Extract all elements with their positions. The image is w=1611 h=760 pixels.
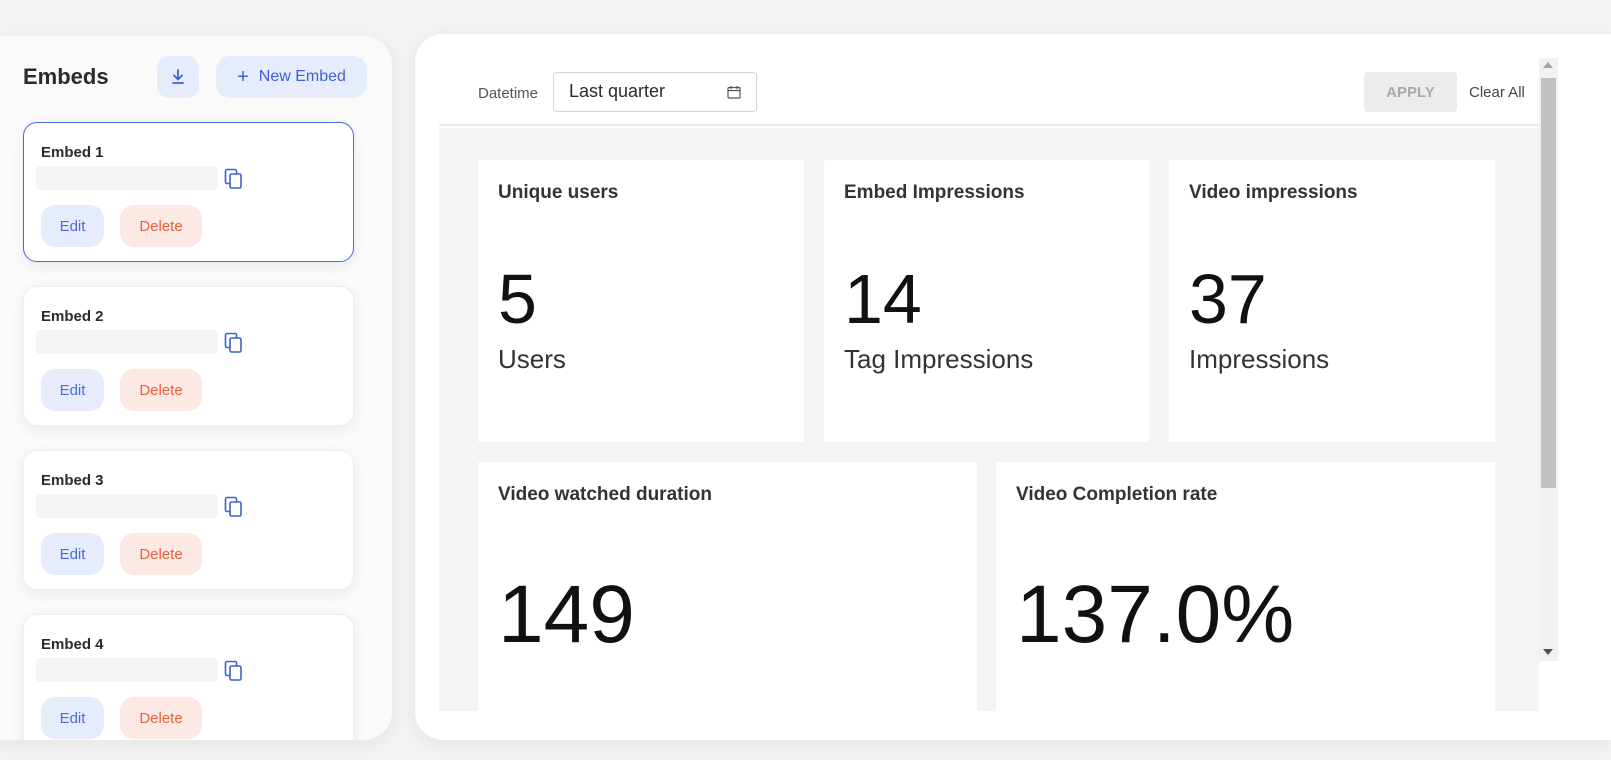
scroll-down-arrow-icon[interactable]	[1543, 649, 1553, 655]
metric-unit: Tag Impressions	[844, 344, 1034, 374]
metric-value: 37	[1189, 260, 1267, 338]
embed-name: Embed 3	[41, 472, 104, 489]
copy-icon[interactable]	[224, 168, 244, 190]
metric-title: Video Completion rate	[1016, 484, 1218, 505]
embed-card-4[interactable]: Embed 4 Edit Delete	[23, 614, 354, 740]
clear-all-button[interactable]: Clear All	[1469, 84, 1525, 101]
new-embed-button[interactable]: + New Embed	[216, 56, 367, 98]
metric-value: 149	[498, 569, 635, 660]
embed-card-3[interactable]: Embed 3 Edit Delete	[23, 450, 354, 590]
embed-code-field	[36, 166, 218, 190]
embed-name: Embed 1	[41, 144, 104, 161]
delete-button[interactable]: Delete	[120, 205, 202, 247]
vertical-scrollbar[interactable]	[1539, 58, 1558, 661]
plus-icon: +	[237, 66, 249, 88]
copy-icon[interactable]	[224, 332, 244, 354]
metric-title: Embed Impressions	[844, 182, 1025, 203]
metric-card-watched-duration: Video watched duration 149	[478, 462, 977, 711]
metric-value: 14	[844, 260, 922, 338]
download-icon	[172, 69, 184, 84]
metrics-area: Unique users 5 Users Embed Impressions 1…	[439, 128, 1539, 711]
metric-card-embed-impressions: Embed Impressions 14 Tag Impressions	[824, 160, 1149, 442]
copy-icon[interactable]	[224, 660, 244, 682]
apply-button[interactable]: APPLY	[1364, 72, 1457, 112]
analytics-panel: Datetime Last quarter APPLY Clear All Un…	[415, 34, 1611, 740]
embeds-sidebar: Embeds + New Embed Embed 1 Edit Delete E…	[0, 36, 392, 740]
delete-button[interactable]: Delete	[120, 533, 202, 575]
embed-name: Embed 2	[41, 308, 104, 325]
embed-name: Embed 4	[41, 636, 104, 653]
delete-button[interactable]: Delete	[120, 369, 202, 411]
copy-icon[interactable]	[224, 496, 244, 518]
edit-button[interactable]: Edit	[41, 369, 104, 411]
metric-value: 137.0%	[1016, 569, 1295, 660]
filter-bar: Datetime Last quarter APPLY Clear All	[439, 58, 1539, 126]
embed-code-field	[36, 330, 218, 354]
metric-unit: Users	[498, 344, 566, 374]
metric-title: Unique users	[498, 182, 619, 203]
metric-card-unique-users: Unique users 5 Users	[478, 160, 804, 442]
embed-card-2[interactable]: Embed 2 Edit Delete	[23, 286, 354, 426]
embed-code-field	[36, 494, 218, 518]
scroll-thumb[interactable]	[1541, 78, 1556, 488]
sidebar-title: Embeds	[23, 64, 109, 89]
download-button[interactable]	[157, 56, 199, 98]
new-embed-label: New Embed	[258, 68, 346, 85]
embed-card-1[interactable]: Embed 1 Edit Delete	[23, 122, 354, 262]
edit-button[interactable]: Edit	[41, 533, 104, 575]
metric-card-video-impressions: Video impressions 37 Impressions	[1169, 160, 1495, 442]
metric-unit: Impressions	[1189, 344, 1330, 374]
metric-title: Video watched duration	[498, 484, 712, 505]
edit-button[interactable]: Edit	[41, 205, 104, 247]
metric-card-completion-rate: Video Completion rate 137.0%	[996, 462, 1495, 711]
embed-code-field	[36, 658, 218, 682]
datetime-value: Last quarter	[569, 81, 666, 101]
metric-title: Video impressions	[1189, 182, 1358, 203]
delete-button[interactable]: Delete	[120, 697, 202, 739]
edit-button[interactable]: Edit	[41, 697, 104, 739]
datetime-label: Datetime	[478, 85, 539, 102]
datetime-select[interactable]: Last quarter	[553, 72, 757, 112]
scroll-up-arrow-icon[interactable]	[1543, 62, 1553, 68]
metric-value: 5	[498, 260, 537, 338]
calendar-icon	[727, 86, 741, 99]
